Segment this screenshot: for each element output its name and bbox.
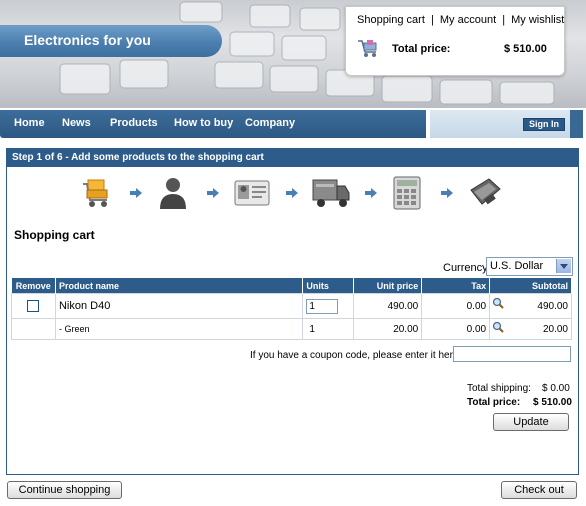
units-cell: 1	[302, 293, 355, 319]
check-out-button[interactable]: Check out	[501, 481, 577, 499]
shipping-label: Total shipping:	[467, 383, 531, 394]
step-arrow-icon	[441, 188, 453, 198]
step-arrow-icon	[286, 188, 298, 198]
chevron-down-icon[interactable]	[556, 259, 571, 273]
cart-icon	[83, 179, 108, 207]
nav-item-company[interactable]: Company	[245, 117, 295, 129]
user-icon	[160, 178, 186, 209]
cart-title: Shopping cart	[14, 228, 95, 242]
col-header-subtotal: Subtotal	[489, 278, 572, 294]
nav-item-how-to-buy[interactable]: How to buy	[174, 117, 233, 129]
calculator-icon	[393, 176, 421, 210]
wallet-icon	[470, 178, 501, 205]
step-arrow-icon	[130, 188, 142, 198]
subtotal: 20.00	[542, 323, 568, 335]
option-units: 1	[302, 318, 355, 340]
table-row: Nikon D40 1 490.00 0.00 490.00	[11, 293, 572, 319]
currency-value: U.S. Dollar	[490, 260, 544, 272]
remove-cell-empty	[11, 318, 56, 340]
my-account-link[interactable]: My account	[440, 14, 496, 26]
truck-icon	[312, 179, 350, 207]
header-banner: Electronics for you Shopping cart | My a…	[0, 0, 586, 108]
col-header-remove: Remove	[11, 278, 56, 294]
currency-select[interactable]: U.S. Dollar	[486, 257, 573, 276]
subtotal-cell: 20.00	[489, 318, 572, 340]
tax: 0.00	[421, 318, 491, 340]
signin-area-edge	[570, 110, 583, 138]
remove-cell	[11, 293, 56, 319]
magnifier-icon[interactable]	[492, 321, 504, 333]
currency-label: Currency:	[443, 262, 491, 274]
coupon-input[interactable]	[453, 346, 571, 362]
header-total-label: Total price:	[392, 43, 451, 55]
shopping-cart-icon[interactable]	[357, 37, 379, 59]
nav-item-products[interactable]: Products	[110, 117, 158, 129]
subtotal-cell: 490.00	[489, 293, 572, 319]
shipping-value: $ 0.00	[542, 383, 570, 394]
link-separator: |	[430, 14, 434, 26]
site-logo[interactable]: Electronics for you	[24, 32, 151, 48]
unit-price: 490.00	[353, 293, 423, 319]
table-header-row: Remove Product name Units Unit price Tax…	[11, 278, 572, 294]
col-header-tax: Tax	[421, 278, 491, 294]
sign-in-button[interactable]: Sign In	[523, 118, 565, 131]
table-row: - Green 1 20.00 0.00 20.00	[11, 318, 572, 340]
col-header-unit-price: Unit price	[353, 278, 423, 294]
subtotal: 490.00	[537, 300, 568, 312]
header-total-value: $ 510.00	[504, 43, 547, 55]
coupon-label: If you have a coupon code, please enter …	[250, 350, 462, 361]
col-header-units: Units	[302, 278, 355, 294]
unit-price: 20.00	[353, 318, 423, 340]
total-price-label: Total price:	[467, 397, 521, 408]
total-price-value: $ 510.00	[533, 397, 572, 408]
remove-checkbox[interactable]	[27, 300, 40, 312]
shopping-cart-link[interactable]: Shopping cart	[357, 14, 425, 26]
product-name[interactable]: Nikon D40	[54, 293, 304, 319]
account-links: Shopping cart | My account | My wishlist	[357, 14, 564, 26]
update-button[interactable]: Update	[493, 413, 569, 431]
nav-item-home[interactable]: Home	[14, 117, 45, 129]
cart-table: Remove Product name Units Unit price Tax…	[11, 278, 572, 340]
option-name: - Green	[54, 318, 304, 340]
tax: 0.00	[421, 293, 491, 319]
id-card-icon	[234, 180, 270, 206]
continue-shopping-button[interactable]: Continue shopping	[7, 481, 122, 499]
step-bar: Step 1 of 6 - Add some products to the s…	[7, 149, 578, 167]
main-nav: Home News Products How to buy Company	[0, 110, 426, 138]
step-text: Step 1 of 6 - Add some products to the s…	[12, 152, 264, 163]
col-header-product: Product name	[55, 278, 304, 294]
step-arrow-icon	[207, 188, 219, 198]
units-input[interactable]: 1	[306, 298, 339, 314]
my-wishlist-link[interactable]: My wishlist	[511, 14, 564, 26]
magnifier-icon[interactable]	[492, 297, 504, 309]
nav-item-news[interactable]: News	[62, 117, 91, 129]
link-separator: |	[502, 14, 506, 26]
step-arrow-icon	[365, 188, 377, 198]
